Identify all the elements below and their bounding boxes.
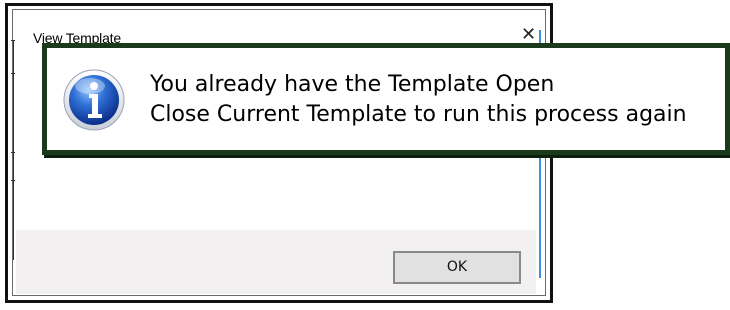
message-text: You already have the Template Open Close… xyxy=(150,70,687,130)
message-panel: You already have the Template Open Close… xyxy=(42,43,730,155)
screenshot-stage: View Template ✕ OK You already have the … xyxy=(0,0,730,310)
ok-button[interactable]: OK xyxy=(393,251,521,284)
left-edge-ticks xyxy=(11,40,17,260)
dialog-footer: OK xyxy=(16,230,536,294)
message-line-2: Close Current Template to run this proce… xyxy=(150,102,687,127)
info-icon xyxy=(63,69,125,131)
close-icon[interactable]: ✕ xyxy=(521,26,536,44)
message-line-1: You already have the Template Open xyxy=(150,72,555,97)
